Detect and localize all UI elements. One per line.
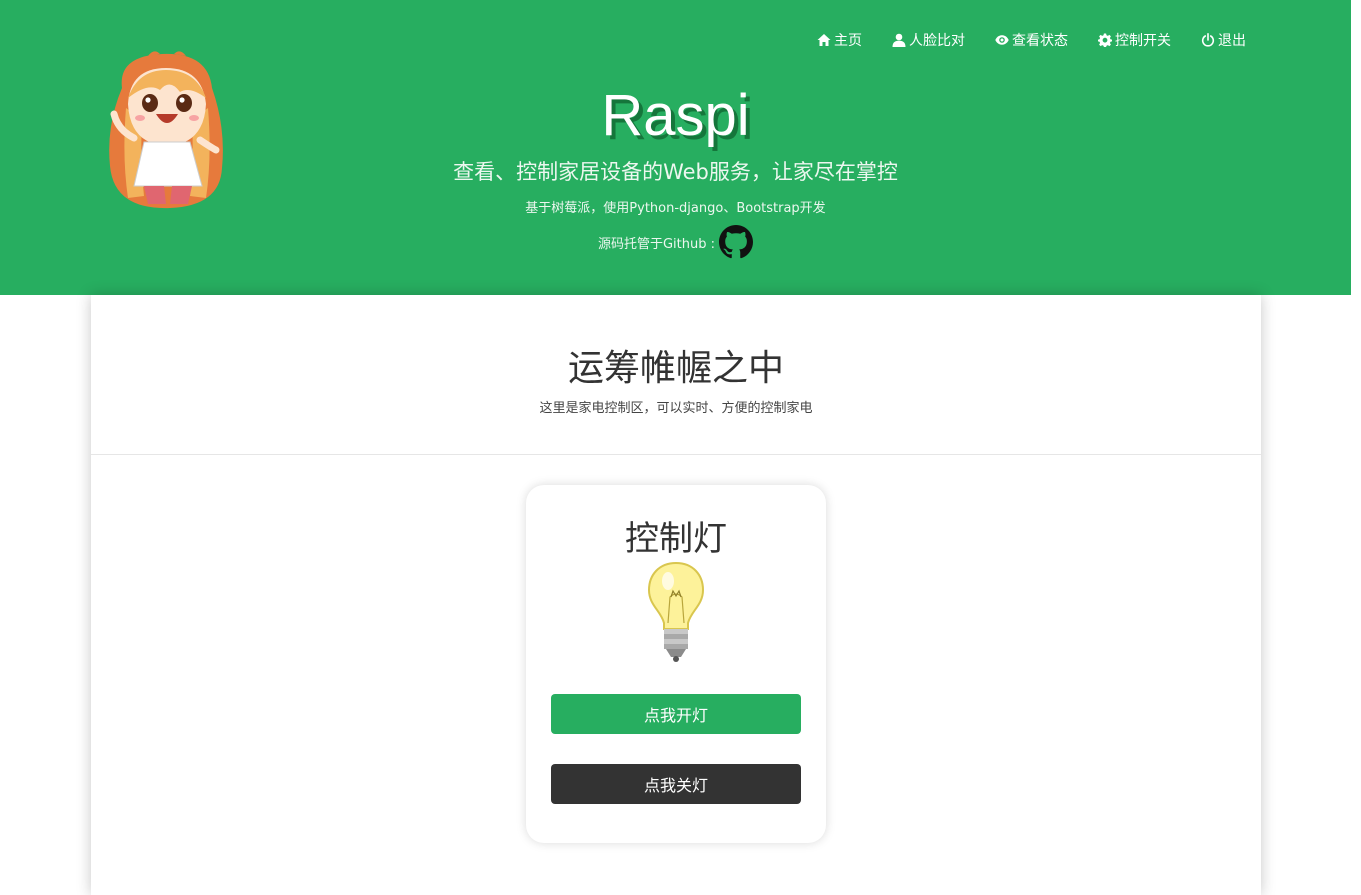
nav-logout[interactable]: 退出 — [1201, 30, 1246, 50]
nav-home[interactable]: 主页 — [817, 30, 862, 50]
section-title: 运筹帷幄之中 — [567, 348, 784, 389]
turn-on-light-button[interactable]: 点我开灯 — [551, 694, 801, 734]
hero-built-on: 基于树莓派，使用Python-django、Bootstrap开发 — [525, 201, 826, 216]
main-container: 运筹帷幄之中 这里是家电控制区，可以实时、方便的控制家电 控制灯 点我开灯 点我… — [91, 295, 1261, 895]
repo-line: 源码托管于Github : — [0, 224, 1351, 260]
site-header: 主页 人脸比对 查看状态 控制开关 退出 Raspi 查看、控制家居设备的Web… — [0, 0, 1351, 295]
github-icon[interactable] — [719, 225, 754, 259]
turn-off-light-button[interactable]: 点我关灯 — [551, 764, 801, 804]
home-icon — [817, 34, 831, 46]
repo-label: 源码托管于Github : — [597, 236, 716, 252]
nav-control-switch-label: 控制开关 — [1115, 33, 1171, 49]
light-card-title: 控制灯 — [625, 519, 727, 559]
nav-control-switch[interactable]: 控制开关 — [1098, 30, 1171, 50]
site-brand: Raspi — [601, 83, 750, 148]
section-subtitle: 这里是家电控制区，可以实时、方便的控制家电 — [539, 401, 813, 416]
nav-face-compare[interactable]: 人脸比对 — [892, 30, 965, 50]
nav-face-compare-label: 人脸比对 — [909, 33, 965, 49]
top-nav: 主页 人脸比对 查看状态 控制开关 退出 — [817, 30, 1351, 50]
nav-logout-label: 退出 — [1218, 33, 1246, 49]
section-divider — [91, 454, 1261, 455]
power-icon — [1201, 33, 1215, 47]
nav-view-status-label: 查看状态 — [1012, 33, 1068, 49]
hero-tagline: 查看、控制家居设备的Web服务，让家尽在掌控 — [453, 160, 898, 184]
light-bulb-icon — [647, 561, 705, 662]
nav-view-status[interactable]: 查看状态 — [995, 30, 1068, 50]
nav-home-label: 主页 — [834, 33, 862, 49]
light-control-card: 控制灯 点我开灯 点我关灯 — [526, 485, 826, 843]
gear-icon — [1098, 33, 1112, 47]
user-icon — [892, 33, 906, 47]
eye-icon — [995, 35, 1009, 45]
